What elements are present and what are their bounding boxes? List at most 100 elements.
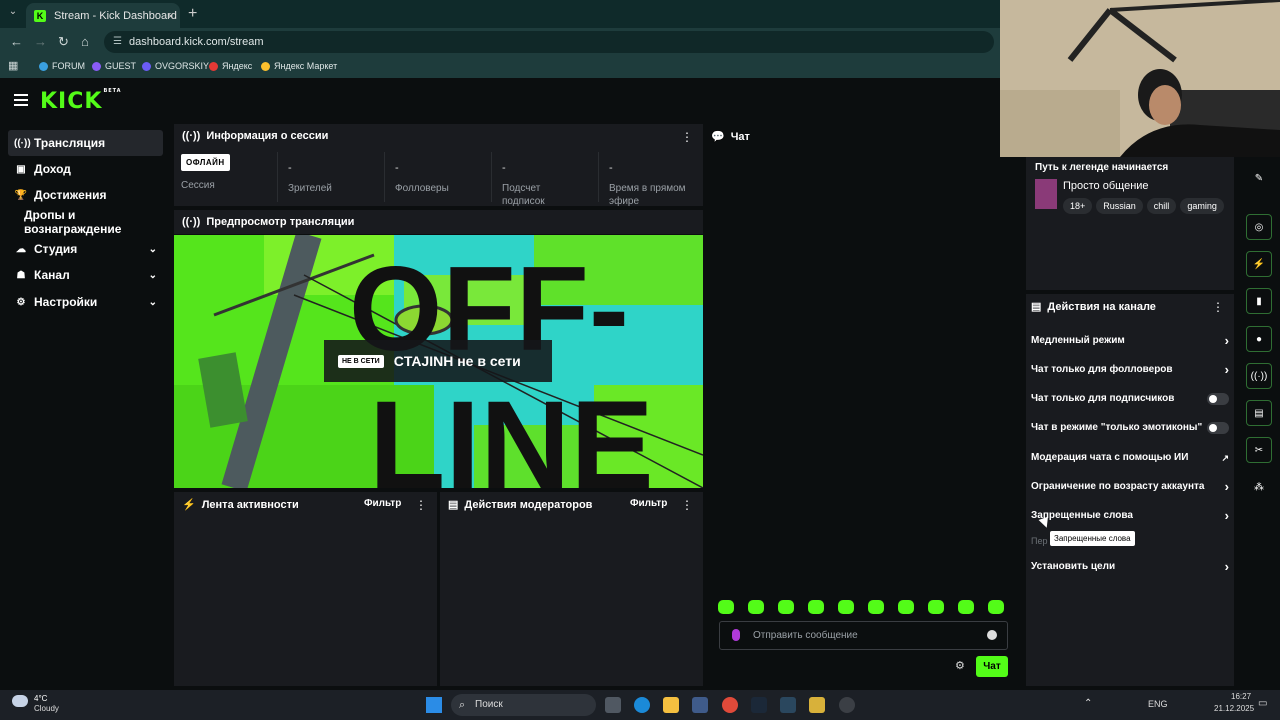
new-tab-button[interactable]: + <box>188 5 197 23</box>
menu-icon[interactable] <box>14 94 28 106</box>
action-slow-mode[interactable]: Медленный режим › <box>1031 333 1229 348</box>
tag[interactable]: Russian <box>1096 198 1143 214</box>
bookmark-ovgorskiy[interactable]: OVGORSKIY <box>142 61 209 71</box>
action-account-age[interactable]: Ограничение по возрасту аккаунта › <box>1031 479 1229 494</box>
lightning-icon[interactable]: ⚡ <box>1246 251 1272 277</box>
chat-input[interactable]: Отправить сообщение <box>719 621 1008 650</box>
forward-icon[interactable]: → <box>34 34 47 49</box>
emote-icon[interactable] <box>748 600 764 614</box>
income-icon: ▣ <box>16 163 26 175</box>
clock-date[interactable]: 21.12.2025 <box>1214 704 1254 713</box>
more-options-icon[interactable]: ⋮ <box>681 498 693 512</box>
edit-icon[interactable]: ✎ <box>1246 165 1272 191</box>
action-ai-moderation[interactable]: Модерация чата с помощью ИИ ↗ <box>1031 452 1229 463</box>
category-thumbnail[interactable] <box>1035 179 1057 209</box>
browser-tab[interactable]: K Stream - Kick Dashboard × <box>26 3 180 28</box>
activity-feed-panel: ⚡ Лента активности Фильтр ⋮ <box>174 492 437 686</box>
action-followers-only[interactable]: Чат только для фолловеров › <box>1031 362 1229 377</box>
app-icon[interactable] <box>809 697 825 713</box>
gear-icon: ⚙ <box>16 296 26 308</box>
chrome-icon[interactable] <box>722 697 738 713</box>
sidebar-item-settings[interactable]: ⚙ Настройки ⌄ <box>8 289 163 315</box>
chat-bubble-icon: 💬 <box>711 131 725 143</box>
bookmark-yandex[interactable]: Яндекс <box>209 61 252 71</box>
category-name[interactable]: Просто общение <box>1063 180 1149 192</box>
subscribers-only-toggle[interactable] <box>1207 393 1229 405</box>
tag[interactable]: 18+ <box>1063 198 1093 214</box>
tray-expand-icon[interactable]: ⌃ <box>1084 698 1092 709</box>
store-icon[interactable] <box>692 697 708 713</box>
emote-icon[interactable] <box>898 600 914 614</box>
tab-close-icon[interactable]: × <box>167 9 174 23</box>
emote-icon[interactable] <box>808 600 824 614</box>
wrench-icon[interactable]: ✂ <box>1246 437 1272 463</box>
external-link-icon: ↗ <box>1221 453 1229 463</box>
more-options-icon[interactable]: ⋮ <box>1212 300 1224 314</box>
document-icon[interactable]: ▮ <box>1246 288 1272 314</box>
explorer-icon[interactable] <box>663 697 679 713</box>
sidebar-item-studio[interactable]: ☁ Студия ⌄ <box>8 236 163 262</box>
emote-icon[interactable] <box>838 600 854 614</box>
sidebar-item-drops[interactable]: Дропы и вознаграждение <box>8 208 163 236</box>
group-icon[interactable]: ⁂ <box>1246 474 1272 500</box>
bookmark-yandex-market[interactable]: Яндекс Маркет <box>261 61 337 71</box>
lightning-icon: ⚡ <box>182 499 196 511</box>
more-options-icon[interactable]: ⋮ <box>415 498 427 512</box>
action-set-goals[interactable]: Установить цели › <box>1031 559 1229 574</box>
back-icon[interactable]: ← <box>10 34 23 49</box>
right-tool-rail: ✎ ◎ ⚡ ▮ ● ((·)) ▤ ✂ ⁂ <box>1238 160 1280 690</box>
tag[interactable]: gaming <box>1180 198 1224 214</box>
bookmark-guest[interactable]: GUEST <box>92 61 136 71</box>
mic-icon[interactable] <box>732 629 740 641</box>
apps-grid-icon[interactable]: ▦ <box>8 59 18 72</box>
session-info-panel: ((·)) Информация о сессии ⋮ ОФЛАЙН Сессия… <box>174 124 703 207</box>
sidebar-item-channel[interactable]: ☗ Канал ⌄ <box>8 262 163 288</box>
more-options-icon[interactable]: ⋮ <box>681 130 693 144</box>
sidebar-item-achievements[interactable]: 🏆 Достижения <box>8 182 163 208</box>
screenshot-icon[interactable]: ◎ <box>1246 214 1272 240</box>
language-indicator[interactable]: ENG <box>1148 699 1168 709</box>
chat-send-button[interactable]: Чат <box>976 656 1008 677</box>
emoji-icon[interactable] <box>987 630 997 640</box>
emote-icon[interactable] <box>868 600 884 614</box>
emote-icon[interactable] <box>958 600 974 614</box>
emote-bar <box>718 600 1004 614</box>
weather-icon[interactable] <box>12 695 28 707</box>
layout-icon[interactable]: ▤ <box>1246 400 1272 426</box>
mod-filter-button[interactable]: Фильтр <box>630 498 667 509</box>
steam-app-icon[interactable] <box>780 697 796 713</box>
activity-filter-button[interactable]: Фильтр <box>364 498 401 509</box>
emote-only-toggle[interactable] <box>1207 422 1229 434</box>
steam-icon[interactable] <box>751 697 767 713</box>
emote-icon[interactable] <box>988 600 1004 614</box>
chat-settings-icon[interactable]: ⚙ <box>955 659 965 672</box>
bookmark-forum[interactable]: FORUM <box>39 61 85 71</box>
home-icon[interactable]: ⌂ <box>81 34 89 49</box>
divider <box>277 152 278 202</box>
address-bar[interactable]: ☰ dashboard.kick.com/stream <box>104 31 994 53</box>
start-icon[interactable] <box>426 697 442 713</box>
sidebar-item-income[interactable]: ▣ Доход <box>8 156 163 182</box>
site-info-icon[interactable]: ☰ <box>113 31 122 53</box>
action-banned-words[interactable]: Запрещенные слова › <box>1031 508 1229 523</box>
tab-title: Stream - Kick Dashboard <box>54 9 177 22</box>
reload-icon[interactable]: ↻ <box>58 34 69 50</box>
emote-icon[interactable] <box>718 600 734 614</box>
clock-time[interactable]: 16:27 <box>1231 692 1251 701</box>
kick-logo[interactable]: KICKBETA <box>40 88 121 114</box>
emote-icon[interactable] <box>928 600 944 614</box>
notification-icon[interactable]: ▭ <box>1258 698 1267 709</box>
stream-preview[interactable]: OFF- LINE НЕ В СЕТИ CTAJINH не в сети <box>174 235 703 488</box>
taskbar-search[interactable]: ⌕ Поиск <box>451 694 596 716</box>
kick-header: KICKBETA <box>0 79 1000 124</box>
sidebar-item-stream[interactable]: ((·)) Трансляция <box>8 130 163 156</box>
edge-icon[interactable] <box>634 697 650 713</box>
broadcast-icon[interactable]: ((·)) <box>1246 363 1272 389</box>
emote-icon[interactable] <box>778 600 794 614</box>
chat-bubble-icon[interactable]: ● <box>1246 326 1272 352</box>
tab-search-icon[interactable]: ⌄ <box>6 6 20 20</box>
weather-desc: Cloudy <box>34 704 59 713</box>
tag[interactable]: chill <box>1146 198 1177 214</box>
obs-icon[interactable] <box>839 697 855 713</box>
task-view-icon[interactable] <box>605 697 621 713</box>
